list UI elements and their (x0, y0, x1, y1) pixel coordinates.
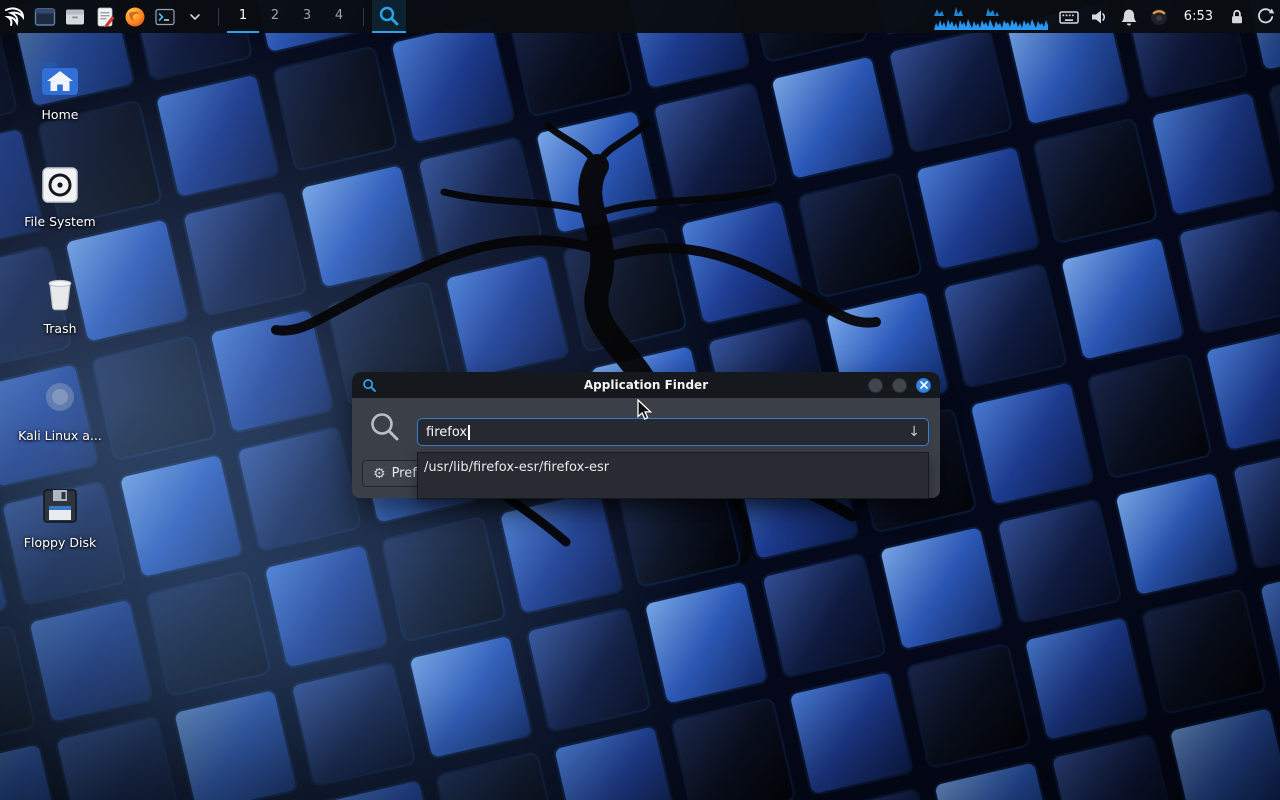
launcher-terminal-window[interactable] (30, 0, 60, 33)
system-monitor-graph[interactable] (929, 0, 1054, 33)
search-input-value: firefox (426, 425, 467, 440)
desktop-icon-label: Floppy Disk (24, 536, 96, 550)
search-input[interactable]: firefox ↓ (417, 418, 929, 446)
completion-item[interactable]: /usr/lib/firefox-esr/firefox-esr (418, 453, 928, 482)
keyboard-icon (1059, 7, 1079, 27)
window-icon (33, 5, 57, 29)
desktop-icon-label: File System (24, 215, 96, 229)
window-buttons (868, 378, 931, 393)
desktop-icon-floppy[interactable]: Floppy Disk (5, 482, 115, 551)
kali-logo-icon (3, 5, 27, 29)
close-icon (920, 381, 928, 389)
application-finder-icon (378, 5, 400, 27)
maximize-button[interactable] (892, 378, 907, 393)
speaker-icon (1089, 7, 1109, 27)
volume-control[interactable] (1084, 0, 1114, 33)
panel-separator (363, 8, 364, 26)
firefox-icon (123, 5, 147, 29)
waveform-graph-icon (934, 3, 1049, 31)
desktop-icon-label: Kali Linux a... (18, 429, 102, 443)
session-power[interactable] (1251, 0, 1280, 33)
clock[interactable]: 6:53 (1174, 9, 1223, 24)
task-application-finder[interactable] (372, 0, 406, 33)
restart-icon (1256, 7, 1275, 26)
orb-icon (1149, 7, 1169, 27)
launcher-dropdown-arrow[interactable] (180, 0, 210, 33)
kali-docs-icon (36, 375, 84, 423)
file-manager-icon (63, 5, 87, 29)
desktop-icon-filesystem[interactable]: File System (5, 161, 115, 230)
workspace-4[interactable]: 4 (323, 0, 355, 33)
panel-left: 1 2 3 4 (0, 0, 406, 33)
titlebar[interactable]: Application Finder (352, 372, 940, 398)
desktop-icon-label: Home (42, 108, 79, 122)
desktop-icon-kali-docs[interactable]: Kali Linux a... (5, 375, 115, 444)
workspace-1[interactable]: 1 (227, 0, 259, 33)
launcher-terminal[interactable] (150, 0, 180, 33)
top-panel: 1 2 3 4 (0, 0, 1280, 33)
close-button[interactable] (916, 378, 931, 393)
floppy-icon (36, 482, 84, 530)
workspace-2[interactable]: 2 (259, 0, 291, 33)
window-title: Application Finder (352, 378, 940, 392)
minimize-button[interactable] (868, 378, 883, 393)
keyboard-layout-indicator[interactable] (1054, 0, 1084, 33)
window-finder-icon (362, 378, 377, 393)
chevron-down-icon (189, 11, 201, 23)
application-finder-window: Application Finder firefox ↓ ⚙ Preferenc… (352, 372, 940, 498)
window-body: firefox ↓ ⚙ Preferences /usr/lib/firefox… (352, 398, 940, 498)
gear-icon: ⚙ (373, 467, 386, 481)
notifications[interactable] (1114, 0, 1144, 33)
desktop-icon-home[interactable]: Home (5, 54, 115, 123)
terminal-icon (153, 5, 177, 29)
text-editor-icon (93, 5, 117, 29)
workspace-3[interactable]: 3 (291, 0, 323, 33)
search-icon (368, 410, 402, 444)
launcher-text-editor[interactable] (90, 0, 120, 33)
lock-icon (1228, 8, 1246, 26)
bell-icon (1119, 7, 1139, 27)
desktop-icon-trash[interactable]: Trash (5, 268, 115, 337)
kali-menu-button[interactable] (0, 0, 30, 33)
launcher-file-manager[interactable] (60, 0, 90, 33)
desktop-icon-label: Trash (43, 322, 76, 336)
trash-icon (36, 268, 84, 316)
launcher-firefox[interactable] (120, 0, 150, 33)
screen-lock[interactable] (1223, 0, 1251, 33)
updates-indicator[interactable] (1144, 0, 1174, 33)
filesystem-icon (36, 161, 84, 209)
completion-popup: /usr/lib/firefox-esr/firefox-esr (417, 452, 929, 499)
text-caret (468, 425, 470, 440)
panel-right: 6:53 (929, 0, 1280, 33)
home-icon (36, 54, 84, 102)
panel-separator (218, 8, 219, 26)
entry-dropdown-arrow-icon[interactable]: ↓ (908, 425, 920, 439)
